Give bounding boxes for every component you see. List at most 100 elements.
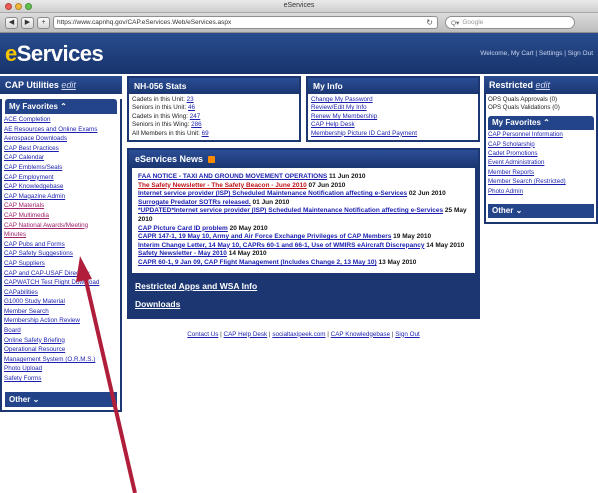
news-headline-link[interactable]: The Safety Newsletter - The Safety Beaco… <box>138 182 307 189</box>
news-item: FAA NOTICE - TAXI AND GROUND MOVEMENT OP… <box>138 173 469 182</box>
back-button[interactable]: ◀ <box>5 16 18 29</box>
favorite-link[interactable]: CAP Safety Suggestions <box>4 249 116 259</box>
header-user-links[interactable]: Welcome, My Cart | Settings | Sign Out <box>480 50 593 57</box>
favorite-link[interactable]: Member Search <box>4 307 116 317</box>
news-date: 07 Jun 2010 <box>308 181 346 189</box>
favorite-link[interactable]: Operational Resource <box>4 345 116 355</box>
footer-link[interactable]: socialtaxipeek.com <box>272 331 325 338</box>
rss-icon[interactable] <box>207 156 215 164</box>
restricted-favorite-link[interactable]: Photo Admin <box>488 187 594 196</box>
favorite-link[interactable]: ACE Completion <box>4 115 116 125</box>
news-headline-link[interactable]: CAPR 147-1, 19 May 10, Army and Air Forc… <box>138 233 391 240</box>
footer-link[interactable]: CAP Knowledgebase <box>331 331 390 338</box>
search-field[interactable]: Q▾ Google <box>445 16 575 29</box>
favorite-link[interactable]: CAP Materials <box>4 201 116 211</box>
favorite-link[interactable]: Photo Upload <box>4 364 116 374</box>
collapse-icon[interactable]: ⌃ <box>543 118 550 127</box>
stat-value[interactable]: 69 <box>202 130 209 137</box>
favorite-link[interactable]: CAPWATCH Test Flight Download <box>4 278 116 288</box>
right-favorites-header[interactable]: My Favorites ⌃ <box>488 115 594 131</box>
forward-button[interactable]: ▶ <box>21 16 34 29</box>
favorite-link[interactable]: CAP Multimedia <box>4 211 116 221</box>
restricted-panel: OPS Quals Approvals (0) OPS Quals Validat… <box>484 94 598 225</box>
news-headline-link[interactable]: *UPDATED*Internet service provider (ISP)… <box>138 207 443 214</box>
stat-value[interactable]: 46 <box>188 104 195 111</box>
news-headline-link[interactable]: Interim Change Letter, 14 May 10, CAPRs … <box>138 242 424 249</box>
favorite-link[interactable]: Online Safety Briefing <box>4 336 116 346</box>
news-headline-link[interactable]: Internet service provider (ISP) Schedule… <box>138 190 407 197</box>
cap-utilities-edit-link[interactable]: edit <box>61 80 76 90</box>
footer-link[interactable]: Contact Us <box>187 331 218 338</box>
window-title: eServices <box>283 2 315 9</box>
footer-link[interactable]: Sign Out <box>395 331 420 338</box>
restricted-count: OPS Quals Approvals (0) <box>488 96 558 103</box>
favorite-link[interactable]: CAP Magazine Admin <box>4 192 116 202</box>
eservices-logo[interactable]: eServices <box>5 41 104 67</box>
restricted-favorite-link[interactable]: CAP Scholarship <box>488 140 594 149</box>
news-headline-link[interactable]: CAPR 60-1, 9 Jan 09, CAP Flight Manageme… <box>138 259 377 266</box>
add-bookmark-button[interactable]: + <box>37 16 50 29</box>
favorite-link[interactable]: AE Resources and Online Exams <box>4 125 116 135</box>
stat-value[interactable]: 286 <box>191 121 202 128</box>
favorite-link[interactable]: Aerospace Downloads <box>4 134 116 144</box>
news-headline-link[interactable]: CAP Picture Card ID problem <box>138 225 228 232</box>
restricted-edit-link[interactable]: edit <box>536 80 551 90</box>
my-info-link[interactable]: Change My Password <box>311 96 475 104</box>
favorite-link[interactable]: CAP and CAP-USAF Directory <box>4 269 116 279</box>
restricted-favorite-link[interactable]: Cadet Promotions <box>488 149 594 158</box>
stat-row: Seniors in this Wing: 286 <box>132 121 296 129</box>
stat-value[interactable]: 247 <box>190 113 201 120</box>
search-icon: Q▾ <box>451 19 460 27</box>
window-titlebar: eServices <box>0 0 598 13</box>
favorite-link[interactable]: CAP National Awards/Meeting <box>4 221 116 231</box>
favorite-link[interactable]: CAP Emblems/Seals <box>4 163 116 173</box>
news-headline-link[interactable]: Safety Newsletter - May 2010 <box>138 250 227 257</box>
news-item: CAP Picture Card ID problem 20 May 2010 <box>138 225 469 234</box>
restricted-apps-link[interactable]: Restricted Apps and WSA Info <box>129 273 478 291</box>
favorite-link[interactable]: CAP Pubs and Forms <box>4 240 116 250</box>
stat-label: All Members in this Unit: <box>132 129 202 137</box>
news-headline-link[interactable]: FAA NOTICE - TAXI AND GROUND MOVEMENT OP… <box>138 173 327 180</box>
restricted-favorite-link[interactable]: Member Reports <box>488 168 594 177</box>
right-other-header[interactable]: Other ⌄ <box>488 204 594 219</box>
my-info-link[interactable]: Renew My Membership <box>311 113 475 121</box>
logo-text: Services <box>16 41 104 66</box>
footer-link[interactable]: CAP Help Desk <box>224 331 268 338</box>
favorite-link[interactable]: CAPabilities <box>4 288 116 298</box>
favorite-link[interactable]: Management System (O.R.M.S.) <box>4 355 116 365</box>
restricted-favorite-link[interactable]: Event Administration <box>488 158 594 167</box>
favorite-link[interactable]: G1000 Study Material <box>4 297 116 307</box>
news-date: 14 May 2010 <box>426 241 465 249</box>
news-headline-link[interactable]: Surrogate Predator SOTRs released. <box>138 199 251 206</box>
address-bar[interactable]: https://www.capnhq.gov/CAP.eServices.Web… <box>53 16 438 29</box>
my-info-link[interactable]: Review/Edit My Info <box>311 104 475 112</box>
favorite-link[interactable]: Membership Action Review <box>4 316 116 326</box>
collapse-icon[interactable]: ⌃ <box>60 102 67 111</box>
favorite-link[interactable]: CAP Employment <box>4 173 116 183</box>
my-info-link[interactable]: Membership Picture ID Card Payment <box>311 130 475 138</box>
restricted-favorite-link[interactable]: Member Search (Restricted) <box>488 177 594 186</box>
favorite-link[interactable]: Board <box>4 326 116 336</box>
right-sidebar: Restricted edit OPS Quals Approvals (0) O… <box>484 76 598 225</box>
my-info-link[interactable]: CAP Help Desk <box>311 121 475 129</box>
favorite-link[interactable]: CAP Suppliers <box>4 259 116 269</box>
other-title: Other <box>9 394 31 404</box>
downloads-link[interactable]: Downloads <box>129 291 478 317</box>
stat-row: Cadets in this Wing: 247 <box>132 113 296 121</box>
other-section-header[interactable]: Other ⌄ <box>5 391 117 407</box>
stat-value[interactable]: 23 <box>187 96 194 103</box>
news-item: CAPR 60-1, 9 Jan 09, CAP Flight Manageme… <box>138 259 469 268</box>
favorite-link[interactable]: CAP Calendar <box>4 153 116 163</box>
reload-icon[interactable]: ↻ <box>426 18 433 27</box>
stat-label: Seniors in this Unit: <box>132 104 188 112</box>
favorite-link[interactable]: CAP Knowledgebase <box>4 182 116 192</box>
my-favorites-header[interactable]: My Favorites ⌃ <box>5 99 117 114</box>
favorite-link[interactable]: Safety Forms <box>4 374 116 384</box>
expand-icon[interactable]: ⌄ <box>516 206 523 215</box>
favorite-link[interactable]: CAP Best Practices <box>4 144 116 154</box>
favorite-link[interactable]: Minutes <box>4 230 116 240</box>
stat-label: Cadets in this Unit: <box>132 96 187 103</box>
expand-icon[interactable]: ⌄ <box>33 395 40 404</box>
stat-row: All Members in this Unit: 69 <box>132 130 296 138</box>
restricted-favorite-link[interactable]: CAP Personnel Information <box>488 130 594 139</box>
